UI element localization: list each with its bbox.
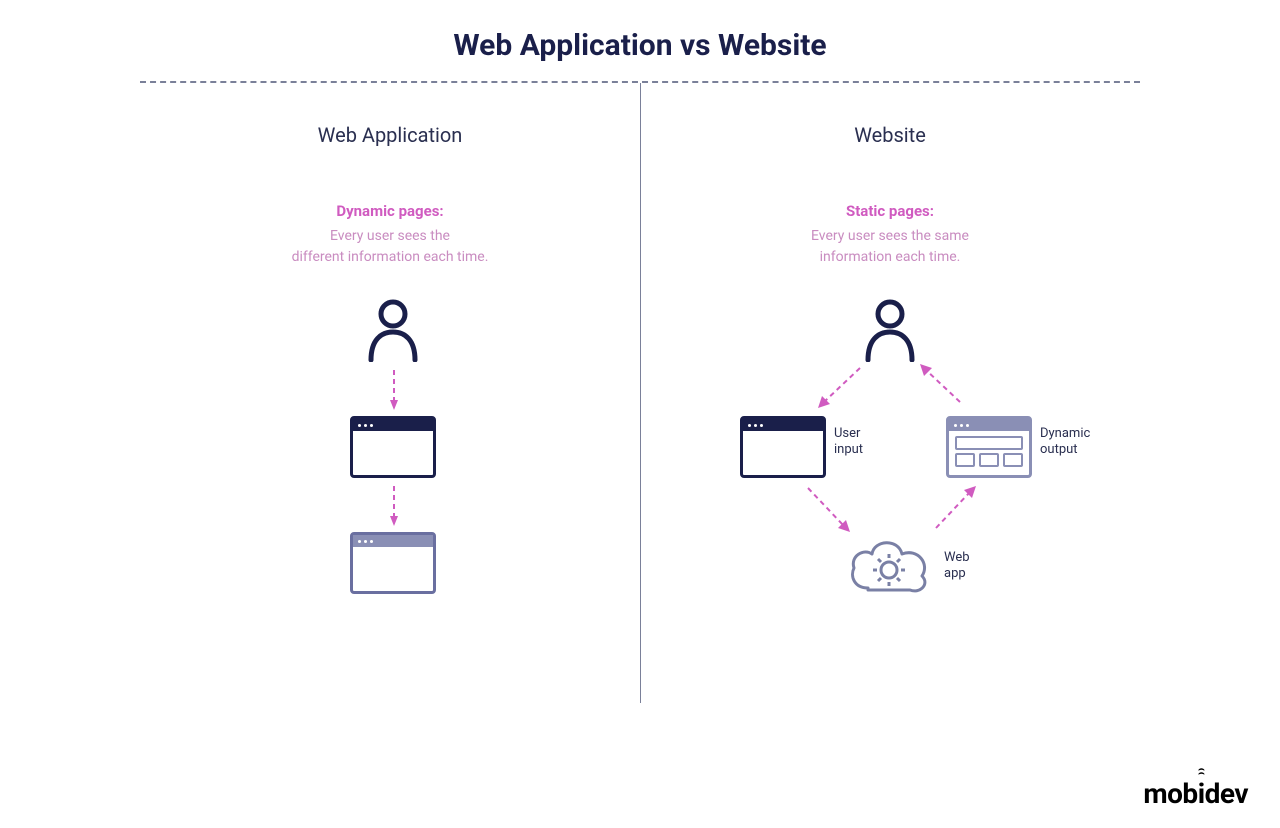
cloud-gear-icon: [844, 534, 934, 602]
user-icon: [862, 298, 918, 362]
pages-desc-left: Every user sees the different informatio…: [140, 226, 640, 268]
arrow-down-icon: [389, 484, 399, 526]
diagram-right: User input Dynamic output: [640, 298, 1140, 698]
browser-window-icon: [740, 416, 826, 478]
column-heading-right: Website: [640, 123, 1140, 147]
arrow-diagonal-icon: [810, 364, 868, 414]
label-user-input: User input: [834, 426, 863, 459]
page-title: Web Application vs Website: [0, 28, 1280, 63]
arrow-diagonal-icon: [924, 484, 982, 540]
pages-type-label-right: Static pages:: [640, 202, 1140, 220]
diagram-left: [140, 298, 640, 698]
arrow-diagonal-icon: [800, 484, 858, 540]
arrow-down-icon: [389, 368, 399, 410]
column-website: Website Static pages: Every user sees th…: [640, 83, 1140, 698]
arrow-diagonal-icon: [916, 364, 974, 414]
pages-type-label-left: Dynamic pages:: [140, 202, 640, 220]
pages-desc-right: Every user sees the same information eac…: [640, 226, 1140, 268]
column-heading-left: Web Application: [140, 123, 640, 147]
user-icon: [365, 298, 421, 362]
label-dynamic-output: Dynamic output: [1040, 426, 1090, 459]
column-web-application: Web Application Dynamic pages: Every use…: [140, 83, 640, 698]
browser-window-icon: [350, 416, 436, 478]
label-web-app: Web app: [944, 550, 970, 583]
mobidev-logo: mobi⌢⌢dev: [1143, 777, 1248, 810]
browser-layout-icon: [946, 416, 1032, 478]
browser-window-icon: [350, 532, 436, 594]
